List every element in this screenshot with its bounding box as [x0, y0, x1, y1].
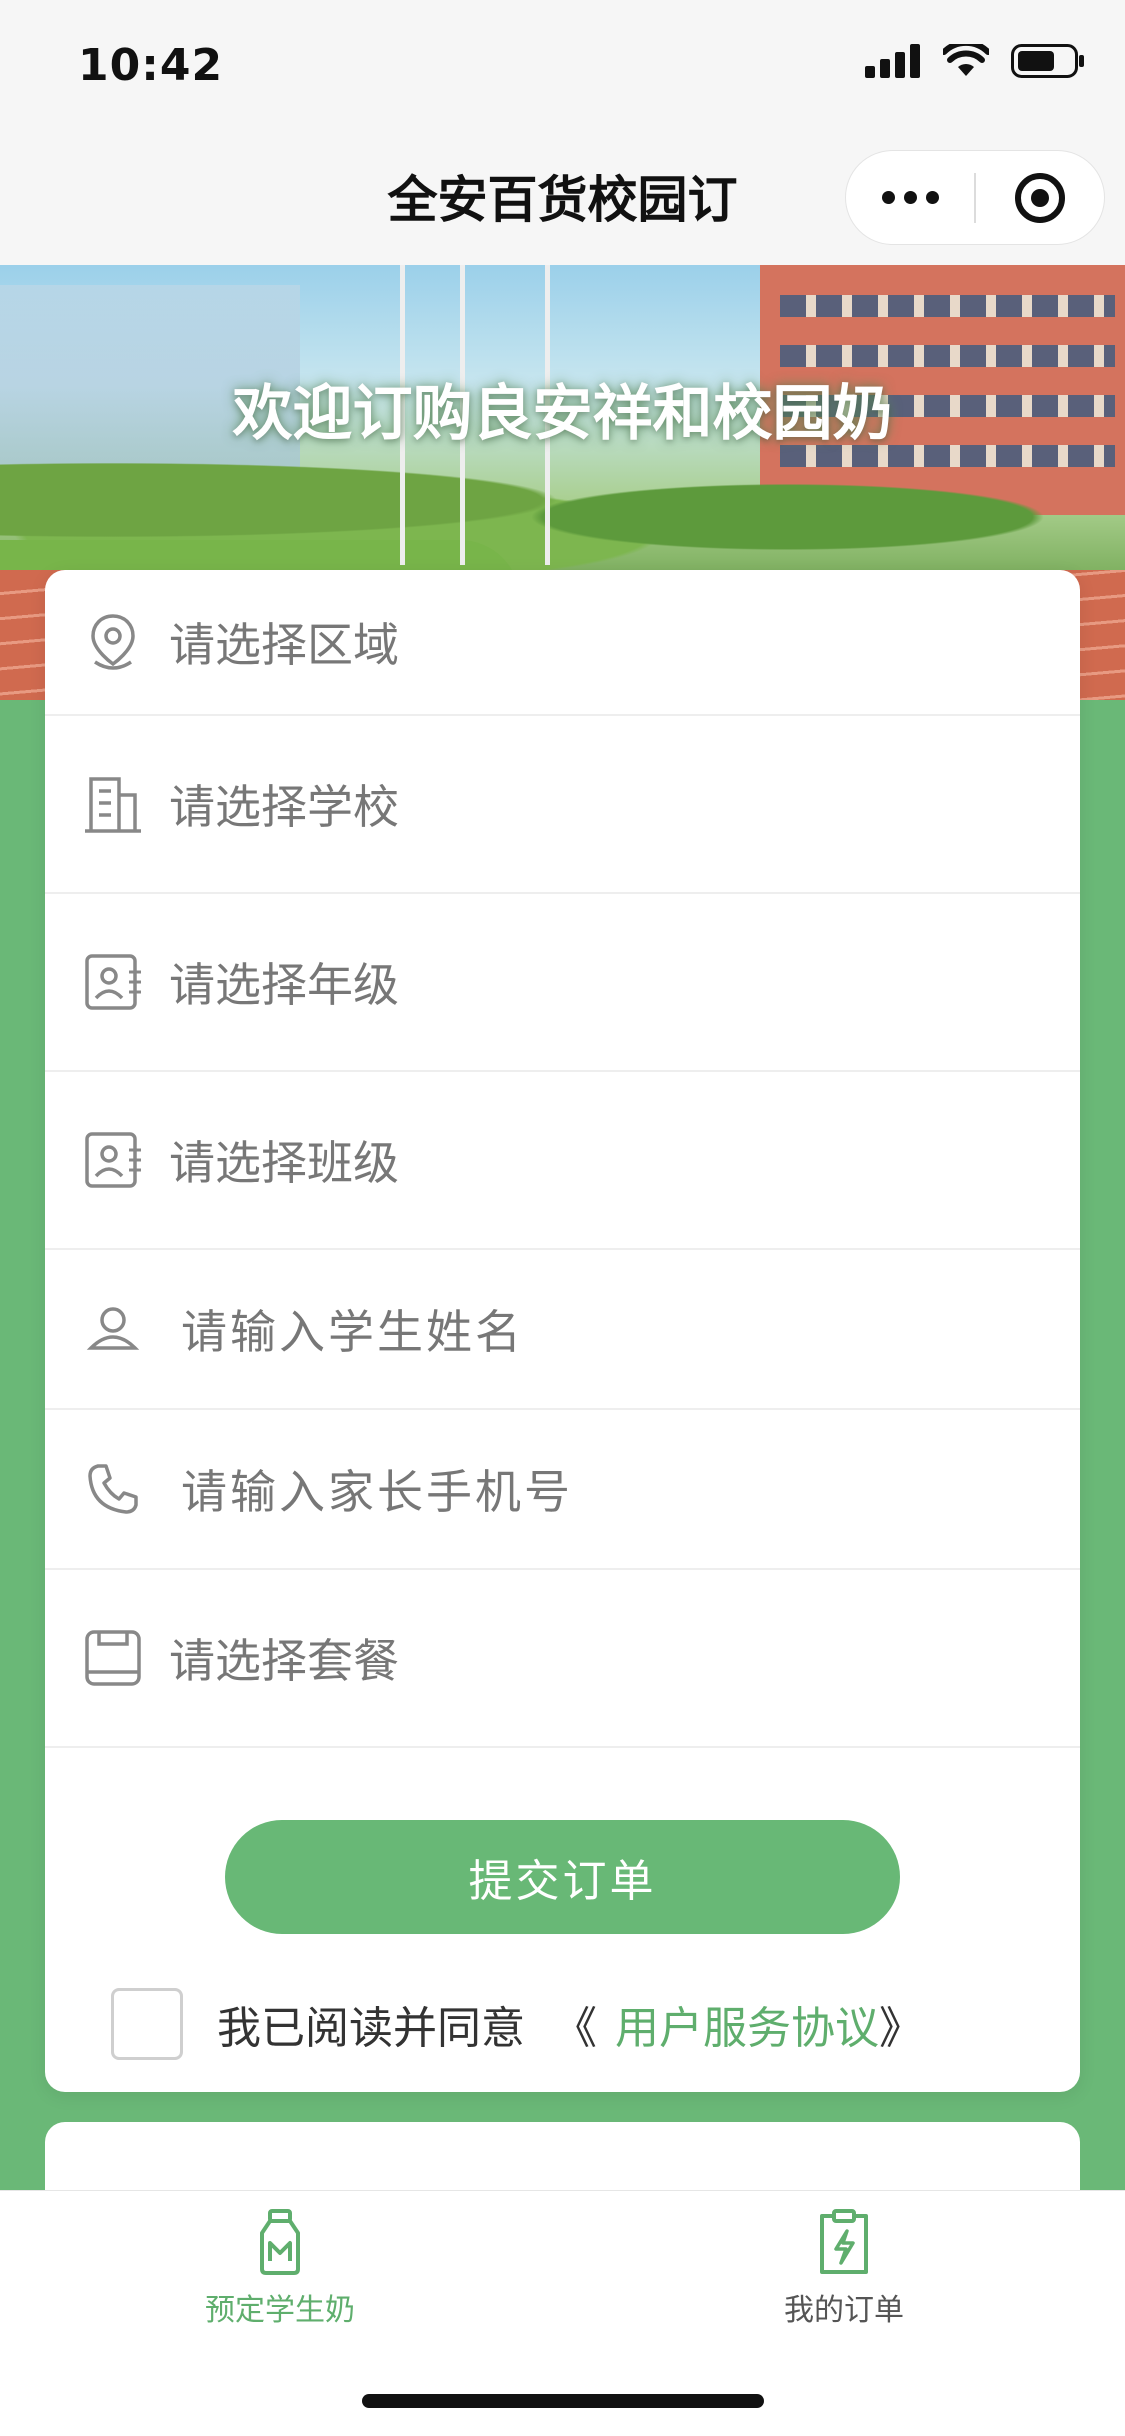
clipboard-bolt-icon — [820, 2209, 868, 2274]
package-select[interactable]: 请选择套餐 — [45, 1570, 1080, 1748]
user-agreement-link[interactable]: 用户服务协议 — [615, 1992, 879, 2056]
more-dots-icon — [881, 191, 939, 204]
home-indicator — [362, 2394, 764, 2408]
agreement-row: 我已阅读并同意 《 用户服务协议 》 — [111, 1988, 923, 2060]
close-button[interactable] — [976, 151, 1104, 244]
agreement-text: 我已阅读并同意 — [217, 2003, 525, 2054]
tab-order-milk-label: 预定学生奶 — [205, 2293, 355, 2328]
school-select[interactable]: 请选择学校 — [45, 716, 1080, 894]
tab-my-orders[interactable]: 我的订单 — [694, 2209, 994, 2329]
id-card-icon — [81, 1128, 145, 1192]
region-placeholder: 请选择区域 — [169, 618, 399, 672]
agreement-open-bracket: 《 — [553, 2003, 597, 2054]
grade-select[interactable]: 请选择年级 — [45, 894, 1080, 1072]
student-name-placeholder: 请输入学生姓名 — [181, 1305, 524, 1359]
mini-program-capsule — [845, 150, 1105, 245]
submit-order-button[interactable]: 提交订单 — [225, 1820, 900, 1934]
package-icon — [81, 1626, 145, 1690]
more-button[interactable] — [846, 151, 974, 244]
agreement-close-bracket: 》 — [879, 2003, 923, 2054]
grade-placeholder: 请选择年级 — [169, 958, 399, 1012]
battery-icon — [1011, 44, 1084, 78]
school-placeholder: 请选择学校 — [169, 780, 399, 834]
parent-phone-input[interactable]: 请输入家长手机号 — [45, 1410, 1080, 1570]
class-placeholder: 请选择班级 — [169, 1136, 399, 1190]
status-time: 10:42 — [78, 40, 224, 91]
phone-icon — [81, 1457, 145, 1521]
region-select[interactable]: 请选择区域 — [45, 570, 1080, 716]
building-icon — [81, 772, 145, 836]
agreement-checkbox[interactable] — [111, 1988, 183, 2060]
target-icon — [1015, 172, 1065, 223]
banner-title: 欢迎订购良安祥和校园奶 — [232, 379, 893, 449]
tab-order-milk[interactable]: 预定学生奶 — [130, 2209, 430, 2329]
class-select[interactable]: 请选择班级 — [45, 1072, 1080, 1250]
order-form-card: 请选择区域 请选择学校 请选择年级 请选择班级 请输入学生姓名 请输入家长手机号… — [45, 570, 1080, 2092]
milk-bottle-icon — [260, 2209, 300, 2275]
student-name-input[interactable]: 请输入学生姓名 — [45, 1250, 1080, 1410]
wifi-icon — [943, 44, 989, 76]
location-pin-icon — [81, 610, 145, 674]
parent-phone-placeholder: 请输入家长手机号 — [181, 1465, 573, 1519]
tab-my-orders-label: 我的订单 — [784, 2293, 904, 2328]
package-placeholder: 请选择套餐 — [169, 1634, 399, 1688]
signal-icon — [865, 44, 920, 78]
user-icon — [81, 1297, 145, 1361]
id-card-icon — [81, 950, 145, 1014]
top-bar: 10:42 全安百货校园订 — [0, 0, 1125, 265]
status-icons — [865, 44, 1085, 78]
